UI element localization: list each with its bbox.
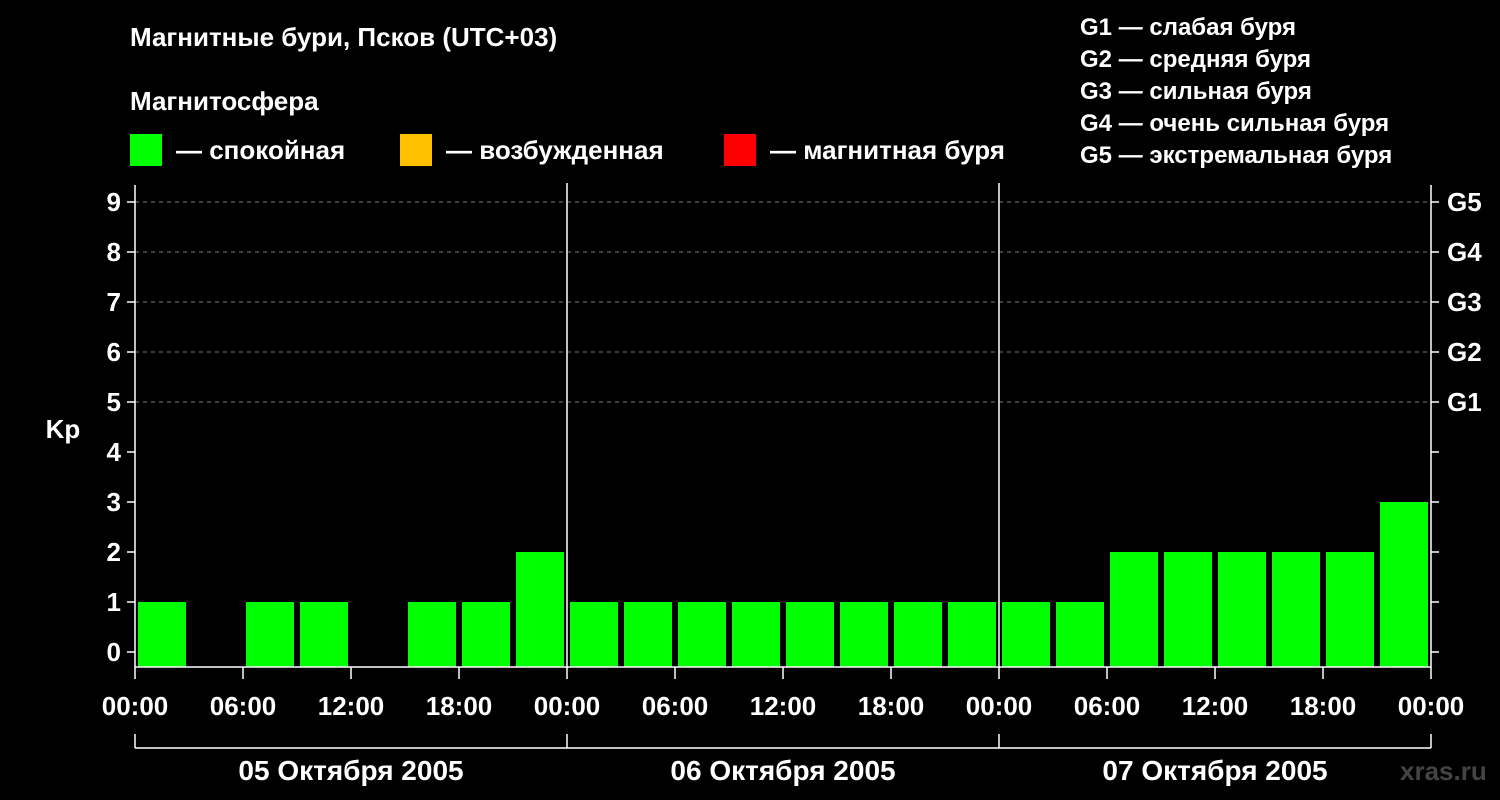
- kp-bar: [1380, 502, 1428, 667]
- y-tick-label: 2: [107, 537, 121, 567]
- kp-bar: [894, 602, 942, 667]
- y-tick-label: 5: [107, 387, 121, 417]
- kp-bar: [138, 602, 186, 667]
- x-tick-label: 00:00: [534, 691, 601, 721]
- x-tick-label: 12:00: [1182, 691, 1249, 721]
- y-tick-label: 6: [107, 337, 121, 367]
- watermark: xras.ru: [1400, 756, 1487, 786]
- g-tick-label: G5: [1447, 187, 1482, 217]
- x-tick-label: 18:00: [426, 691, 493, 721]
- y-axis-label: Kp: [46, 414, 81, 444]
- day-label: 07 Октября 2005: [1102, 755, 1327, 786]
- kp-bar: [462, 602, 510, 667]
- y-tick-label: 4: [107, 437, 122, 467]
- g-tick-label: G3: [1447, 287, 1482, 317]
- kp-bar: [1326, 552, 1374, 667]
- x-tick-label: 12:00: [750, 691, 817, 721]
- y-tick-label: 0: [107, 637, 121, 667]
- g-tick-label: G4: [1447, 237, 1482, 267]
- kp-bar: [1002, 602, 1050, 667]
- x-tick-label: 18:00: [1290, 691, 1357, 721]
- g-tick-label: G1: [1447, 387, 1482, 417]
- kp-bar: [624, 602, 672, 667]
- x-tick-label: 06:00: [210, 691, 277, 721]
- kp-chart: 0 1 2 3 4 5 6 7 8 9 G1 G2 G3 G4 G5 Kp 00:00 06:00 12:00 18:…: [46, 183, 1482, 786]
- y-tick-label: 9: [107, 187, 121, 217]
- day-label: 05 Октября 2005: [238, 755, 463, 786]
- day-label: 06 Октября 2005: [670, 755, 895, 786]
- kp-bar: [1164, 552, 1212, 667]
- kp-bar: [1056, 602, 1104, 667]
- kp-bar: [678, 602, 726, 667]
- kp-bar: [786, 602, 834, 667]
- kp-bar: [948, 602, 996, 667]
- x-tick-label: 00:00: [102, 691, 169, 721]
- x-tick-label: 18:00: [858, 691, 925, 721]
- y-tick-label: 8: [107, 237, 121, 267]
- kp-bar: [1218, 552, 1266, 667]
- kp-bar: [246, 602, 294, 667]
- kp-bar: [840, 602, 888, 667]
- y-tick-label: 7: [107, 287, 121, 317]
- kp-bar: [570, 602, 618, 667]
- y-tick-label: 1: [107, 587, 121, 617]
- x-tick-label: 00:00: [966, 691, 1033, 721]
- g-tick-label: G2: [1447, 337, 1482, 367]
- kp-bar: [516, 552, 564, 667]
- x-tick-label: 06:00: [642, 691, 709, 721]
- kp-bar: [1272, 552, 1320, 667]
- x-tick-label: 06:00: [1074, 691, 1141, 721]
- kp-bar: [732, 602, 780, 667]
- kp-bar: [408, 602, 456, 667]
- kp-bar: [1110, 552, 1158, 667]
- x-tick-label: 00:00: [1398, 691, 1465, 721]
- x-tick-label: 12:00: [318, 691, 385, 721]
- y-tick-label: 3: [107, 487, 121, 517]
- kp-bar: [300, 602, 348, 667]
